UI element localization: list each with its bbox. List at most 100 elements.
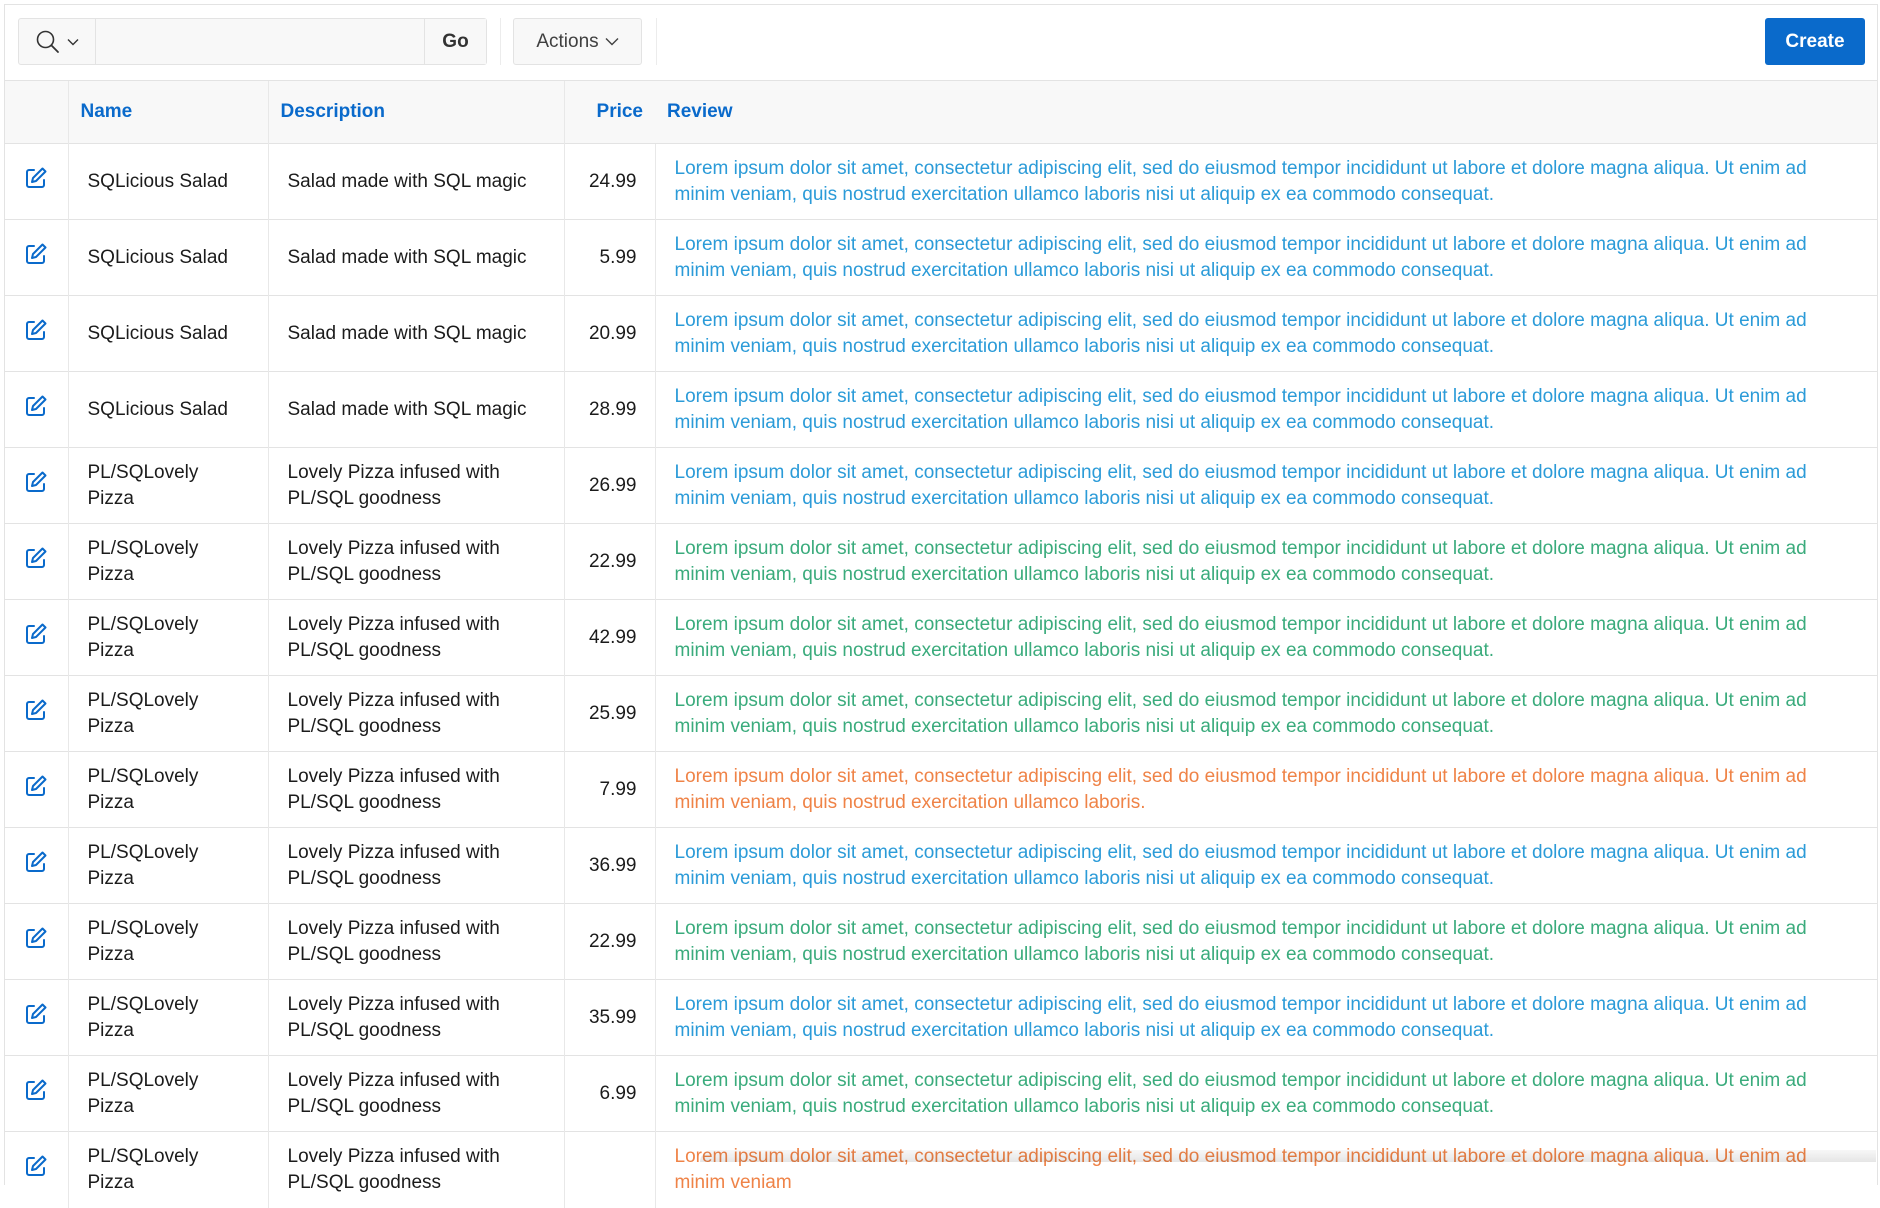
table-row: PL/SQLovely Pizza Lovely Pizza infused w… xyxy=(5,827,1877,904)
table-row: PL/SQLovely Pizza Lovely Pizza infused w… xyxy=(5,523,1877,600)
table-row: SQLicious Salad Salad made with SQL magi… xyxy=(5,219,1877,296)
review-cell: Lorem ipsum dolor sit amet, consectetur … xyxy=(654,143,1877,220)
edit-cell xyxy=(5,295,68,372)
name-cell: PL/SQLovely Pizza xyxy=(67,447,268,524)
report-table: Name Description Price Review SQLicious … xyxy=(5,81,1877,1208)
name-cell: PL/SQLovely Pizza xyxy=(67,751,268,828)
edit-cell xyxy=(5,219,68,296)
review-cell: Lorem ipsum dolor sit amet, consectetur … xyxy=(654,523,1877,600)
name-cell: PL/SQLovely Pizza xyxy=(67,1055,268,1132)
table-row: PL/SQLovely Pizza Lovely Pizza infused w… xyxy=(5,599,1877,676)
edit-icon[interactable] xyxy=(24,470,48,494)
description-cell: Salad made with SQL magic xyxy=(267,219,564,296)
table-row: SQLicious Salad Salad made with SQL magi… xyxy=(5,371,1877,448)
edit-cell xyxy=(5,1055,68,1132)
interactive-report: Go Actions Create Name Description Price… xyxy=(4,4,1878,1208)
table-row: PL/SQLovely Pizza Lovely Pizza infused w… xyxy=(5,1131,1877,1208)
review-cell: Lorem ipsum dolor sit amet, consectetur … xyxy=(654,447,1877,524)
edit-icon[interactable] xyxy=(24,926,48,950)
price-cell: 5.99 xyxy=(563,219,655,296)
edit-cell xyxy=(5,523,68,600)
description-cell: Lovely Pizza infused with PL/SQL goodnes… xyxy=(267,751,564,828)
name-cell: PL/SQLovely Pizza xyxy=(67,827,268,904)
create-button[interactable]: Create xyxy=(1765,18,1865,65)
actions-label: Actions xyxy=(536,30,599,52)
name-cell: PL/SQLovely Pizza xyxy=(67,1131,268,1208)
edit-icon[interactable] xyxy=(24,1154,48,1178)
chevron-down-icon xyxy=(67,38,79,45)
table-row: PL/SQLovely Pizza Lovely Pizza infused w… xyxy=(5,751,1877,828)
review-cell: Lorem ipsum dolor sit amet, consectetur … xyxy=(654,295,1877,372)
description-cell: Lovely Pizza infused with PL/SQL goodnes… xyxy=(267,523,564,600)
price-cell: 26.99 xyxy=(563,447,655,524)
edit-icon[interactable] xyxy=(24,546,48,570)
edit-cell xyxy=(5,599,68,676)
edit-cell xyxy=(5,371,68,448)
edit-icon[interactable] xyxy=(24,698,48,722)
description-cell: Salad made with SQL magic xyxy=(267,371,564,448)
description-cell: Salad made with SQL magic xyxy=(267,143,564,220)
edit-icon[interactable] xyxy=(24,242,48,266)
search-icon xyxy=(36,30,59,53)
edit-cell xyxy=(5,827,68,904)
table-row: PL/SQLovely Pizza Lovely Pizza infused w… xyxy=(5,675,1877,752)
edit-icon[interactable] xyxy=(24,318,48,342)
go-button[interactable]: Go xyxy=(424,19,486,64)
name-cell: PL/SQLovely Pizza xyxy=(67,675,268,752)
edit-icon[interactable] xyxy=(24,1002,48,1026)
edit-cell xyxy=(5,979,68,1056)
name-cell: PL/SQLovely Pizza xyxy=(67,523,268,600)
edit-icon[interactable] xyxy=(24,622,48,646)
review-cell: Lorem ipsum dolor sit amet, consectetur … xyxy=(654,1131,1877,1208)
review-cell: Lorem ipsum dolor sit amet, consectetur … xyxy=(654,1055,1877,1132)
edit-cell xyxy=(5,675,68,752)
price-cell: 25.99 xyxy=(563,675,655,752)
edit-icon[interactable] xyxy=(24,394,48,418)
price-cell: 24.99 xyxy=(563,143,655,220)
description-cell: Lovely Pizza infused with PL/SQL goodnes… xyxy=(267,675,564,752)
table-row: SQLicious Salad Salad made with SQL magi… xyxy=(5,143,1877,220)
column-header-price[interactable]: Price xyxy=(563,81,655,144)
review-cell: Lorem ipsum dolor sit amet, consectetur … xyxy=(654,675,1877,752)
price-cell xyxy=(563,1131,655,1208)
price-cell: 7.99 xyxy=(563,751,655,828)
actions-menu-button[interactable]: Actions xyxy=(513,18,642,65)
chevron-down-icon xyxy=(605,38,619,46)
report-toolbar: Go Actions Create xyxy=(5,5,1877,81)
price-cell: 22.99 xyxy=(563,523,655,600)
description-cell: Salad made with SQL magic xyxy=(267,295,564,372)
column-header-name[interactable]: Name xyxy=(67,81,268,144)
table-row: PL/SQLovely Pizza Lovely Pizza infused w… xyxy=(5,447,1877,524)
description-cell: Lovely Pizza infused with PL/SQL goodnes… xyxy=(267,1055,564,1132)
column-header-review[interactable]: Review xyxy=(655,81,1877,144)
review-cell: Lorem ipsum dolor sit amet, consectetur … xyxy=(654,219,1877,296)
review-cell: Lorem ipsum dolor sit amet, consectetur … xyxy=(654,979,1877,1056)
table-row: SQLicious Salad Salad made with SQL magi… xyxy=(5,295,1877,372)
price-cell: 42.99 xyxy=(563,599,655,676)
column-header-description[interactable]: Description xyxy=(267,81,564,144)
name-cell: SQLicious Salad xyxy=(67,219,268,296)
name-cell: PL/SQLovely Pizza xyxy=(67,979,268,1056)
table-row: PL/SQLovely Pizza Lovely Pizza infused w… xyxy=(5,979,1877,1056)
description-cell: Lovely Pizza infused with PL/SQL goodnes… xyxy=(267,903,564,980)
table-header-row: Name Description Price Review xyxy=(5,81,1877,144)
name-cell: SQLicious Salad xyxy=(67,371,268,448)
toolbar-divider xyxy=(656,18,657,65)
description-cell: Lovely Pizza infused with PL/SQL goodnes… xyxy=(267,979,564,1056)
edit-icon[interactable] xyxy=(24,850,48,874)
description-cell: Lovely Pizza infused with PL/SQL goodnes… xyxy=(267,599,564,676)
price-cell: 28.99 xyxy=(563,371,655,448)
price-cell: 22.99 xyxy=(563,903,655,980)
toolbar-divider xyxy=(500,18,501,65)
search-input[interactable] xyxy=(96,19,424,64)
edit-icon[interactable] xyxy=(24,774,48,798)
search-column-selector[interactable] xyxy=(19,19,96,64)
edit-icon[interactable] xyxy=(24,166,48,190)
edit-cell xyxy=(5,143,68,220)
edit-icon[interactable] xyxy=(24,1078,48,1102)
review-cell: Lorem ipsum dolor sit amet, consectetur … xyxy=(654,371,1877,448)
edit-cell xyxy=(5,447,68,524)
price-cell: 6.99 xyxy=(563,1055,655,1132)
edit-cell xyxy=(5,903,68,980)
price-cell: 35.99 xyxy=(563,979,655,1056)
